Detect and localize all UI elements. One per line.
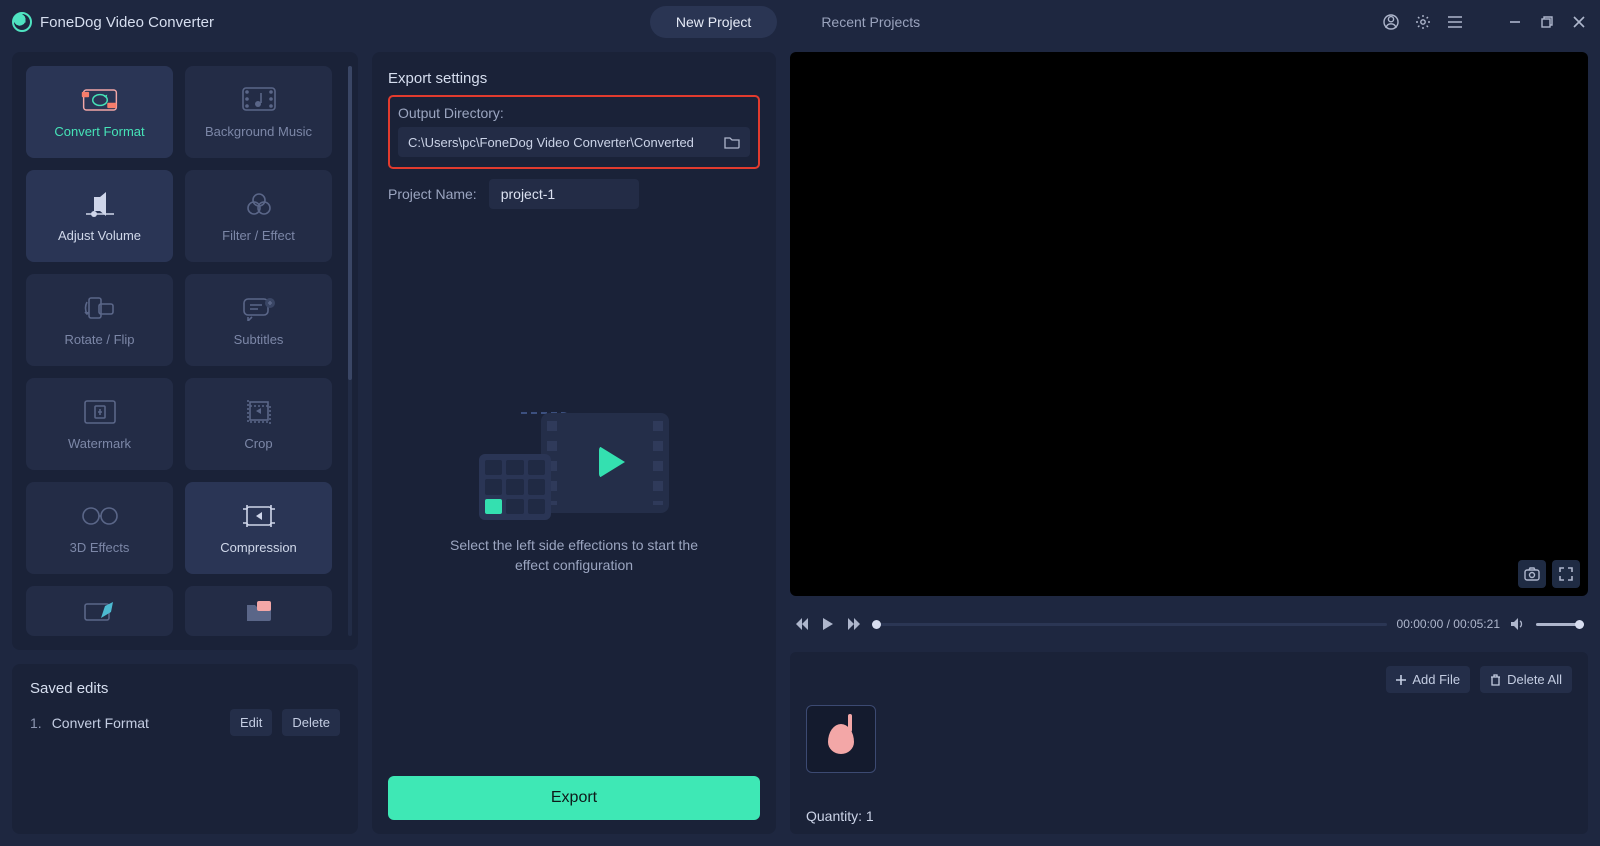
effect-watermark[interactable]: Watermark [26, 378, 173, 470]
menu-icon[interactable] [1446, 13, 1464, 31]
saved-edit-delete-button[interactable]: Delete [282, 709, 340, 736]
export-settings-title: Export settings [388, 70, 760, 87]
project-name-value: project-1 [501, 186, 555, 202]
effect-background-music[interactable]: Background Music [185, 66, 332, 158]
timeline-slider[interactable] [872, 623, 1387, 626]
file-list-panel: Add File Delete All Quantity: 1 [790, 652, 1588, 834]
effect-label: Compression [220, 540, 297, 555]
convert-icon [80, 86, 120, 114]
filter-icon [239, 190, 279, 218]
title-bar: FoneDog Video Converter New Project Rece… [0, 0, 1600, 44]
effect-label: Filter / Effect [222, 228, 295, 243]
fullscreen-button[interactable] [1552, 560, 1580, 588]
add-file-button[interactable]: Add File [1386, 666, 1470, 693]
saved-edits-panel: Saved edits 1. Convert Format Edit Delet… [12, 664, 358, 834]
browse-folder-icon[interactable] [724, 135, 740, 149]
output-directory-label: Output Directory: [398, 105, 750, 121]
effect-filter-effect[interactable]: Filter / Effect [185, 170, 332, 262]
folder-icon [239, 597, 279, 625]
effect-3d-effects[interactable]: 3D Effects [26, 482, 173, 574]
video-preview [790, 52, 1588, 596]
music-icon [239, 86, 279, 114]
tab-recent-projects[interactable]: Recent Projects [795, 6, 946, 38]
crop-icon [239, 398, 279, 426]
effect-compression[interactable]: Compression [185, 482, 332, 574]
saved-edit-edit-button[interactable]: Edit [230, 709, 272, 736]
saved-edit-row: 1. Convert Format Edit Delete [30, 709, 340, 736]
window-controls [1382, 13, 1588, 31]
delete-all-button[interactable]: Delete All [1480, 666, 1572, 693]
saved-edit-index: 1. [30, 715, 42, 731]
effect-rotate-flip[interactable]: Rotate / Flip [26, 274, 173, 366]
account-icon[interactable] [1382, 13, 1400, 31]
minimize-button[interactable] [1506, 13, 1524, 31]
close-button[interactable] [1570, 13, 1588, 31]
volume-icon [80, 190, 120, 218]
saved-edit-name: Convert Format [52, 715, 220, 731]
effects-panel: Convert Format Background Music Adjust V… [12, 52, 358, 650]
play-button[interactable] [820, 616, 836, 632]
snapshot-button[interactable] [1518, 560, 1546, 588]
empty-state: Select the left side effections to start… [388, 209, 760, 776]
project-name-row: Project Name: project-1 [388, 179, 760, 209]
app-logo-icon [12, 12, 32, 32]
settings-icon[interactable] [1414, 13, 1432, 31]
saved-edits-title: Saved edits [30, 680, 340, 697]
effect-label: Adjust Volume [58, 228, 141, 243]
watermark-icon [80, 398, 120, 426]
effect-adjust-volume[interactable]: Adjust Volume [26, 170, 173, 262]
skip-back-button[interactable] [794, 616, 810, 632]
quantity-display: Quantity: 1 [806, 808, 1572, 824]
player-controls: 00:00:00 / 00:05:21 [790, 610, 1588, 638]
time-display: 00:00:00 / 00:05:21 [1397, 617, 1500, 631]
effect-label: Watermark [68, 436, 131, 451]
effect-label: Background Music [205, 124, 312, 139]
edit-icon [80, 597, 120, 625]
app-title: FoneDog Video Converter [40, 14, 214, 31]
effect-crop[interactable]: Crop [185, 378, 332, 470]
rotate-icon [80, 294, 120, 322]
output-directory-highlight: Output Directory: C:\Users\pc\FoneDog Vi… [388, 95, 760, 169]
effect-more-2[interactable] [185, 586, 332, 636]
effect-label: Convert Format [54, 124, 144, 139]
effects-scrollbar[interactable] [348, 66, 352, 636]
effect-label: Rotate / Flip [64, 332, 134, 347]
project-name-label: Project Name: [388, 186, 477, 202]
subtitles-icon [239, 294, 279, 322]
effect-label: Subtitles [234, 332, 284, 347]
maximize-button[interactable] [1538, 13, 1556, 31]
skip-forward-button[interactable] [846, 616, 862, 632]
output-directory-field[interactable]: C:\Users\pc\FoneDog Video Converter\Conv… [398, 127, 750, 157]
3d-icon [80, 502, 120, 530]
empty-state-hint: Select the left side effections to start… [434, 536, 714, 575]
compress-icon [239, 502, 279, 530]
audio-file-icon [828, 724, 854, 754]
effect-more-1[interactable] [26, 586, 173, 636]
volume-slider[interactable] [1536, 623, 1584, 626]
effect-convert-format[interactable]: Convert Format [26, 66, 173, 158]
file-thumbnail[interactable] [806, 705, 876, 773]
export-button[interactable]: Export [388, 776, 760, 820]
export-settings-panel: Export settings Output Directory: C:\Use… [372, 52, 776, 834]
project-name-field[interactable]: project-1 [489, 179, 639, 209]
volume-icon[interactable] [1510, 616, 1526, 632]
tab-new-project[interactable]: New Project [650, 6, 777, 38]
effect-subtitles[interactable]: Subtitles [185, 274, 332, 366]
header-tabs: New Project Recent Projects [650, 6, 946, 38]
effect-label: Crop [244, 436, 272, 451]
output-directory-value: C:\Users\pc\FoneDog Video Converter\Conv… [408, 135, 694, 150]
effect-label: 3D Effects [70, 540, 130, 555]
empty-state-illustration-icon [479, 410, 669, 520]
